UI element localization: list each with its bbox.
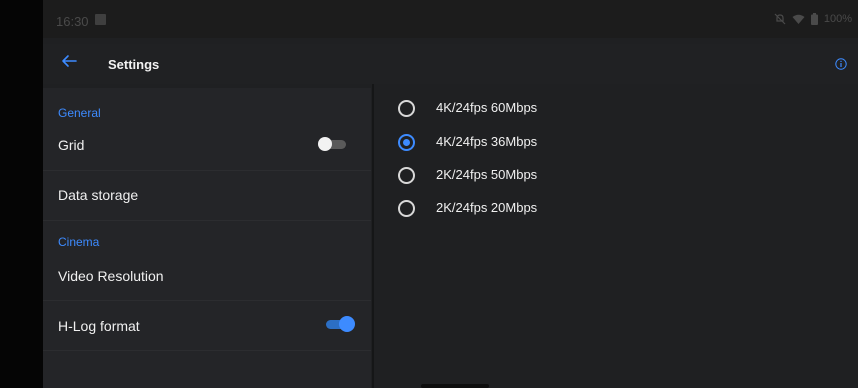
sidebar-item-label: Grid (58, 137, 85, 153)
toggle-knob (318, 137, 332, 151)
sidebar-item-h-log-format[interactable]: H-Log format (43, 301, 371, 349)
image-icon (95, 14, 106, 25)
page-title: Settings (108, 57, 160, 72)
divider (43, 220, 371, 221)
sidebar-item-label: Data storage (58, 187, 139, 203)
section-general: General (58, 106, 101, 120)
device-bezel (0, 0, 43, 388)
radio-selected-icon[interactable] (398, 134, 415, 151)
resolution-options: 4K/24fps 60Mbps 4K/24fps 36Mbps 2K/24fps… (374, 84, 858, 388)
wifi-icon (792, 14, 805, 25)
header (43, 44, 858, 84)
radio-unselected-icon[interactable] (398, 200, 415, 217)
resolution-option-2k-50[interactable]: 2K/24fps 50Mbps (398, 166, 698, 186)
arrow-left-icon[interactable] (61, 53, 77, 69)
option-label: 4K/24fps 60Mbps (436, 100, 538, 115)
status-bar: 16:30 100% (43, 0, 858, 38)
toggle-knob (339, 316, 355, 332)
home-indicator (421, 384, 489, 388)
resolution-option-4k-36[interactable]: 4K/24fps 36Mbps (398, 133, 698, 153)
radio-unselected-icon[interactable] (398, 167, 415, 184)
divider (43, 350, 371, 351)
option-label: 2K/24fps 20Mbps (436, 200, 538, 215)
sidebar-item-video-resolution[interactable]: Video Resolution (43, 254, 371, 298)
resolution-option-4k-60[interactable]: 4K/24fps 60Mbps (398, 99, 698, 119)
status-time: 16:30 (56, 14, 89, 29)
sidebar-item-label: H-Log format (58, 318, 140, 334)
info-icon[interactable] (835, 57, 847, 70)
battery-percent: 100% (823, 13, 852, 25)
status-icons: 100% (774, 13, 852, 25)
h-log-toggle[interactable] (326, 316, 356, 332)
battery-icon (810, 13, 818, 25)
radio-unselected-icon[interactable] (398, 100, 415, 117)
screen: 16:30 100% Settings General Grid Data st… (43, 0, 858, 388)
option-label: 2K/24fps 50Mbps (436, 167, 538, 182)
settings-sidebar: General Grid Data storage Cinema Video R… (43, 88, 371, 388)
grid-toggle[interactable] (318, 137, 346, 151)
sidebar-item-label: Video Resolution (58, 268, 164, 284)
option-label: 4K/24fps 36Mbps (436, 134, 538, 149)
mute-icon (774, 13, 786, 25)
sidebar-item-data-storage[interactable]: Data storage (43, 171, 371, 219)
section-cinema: Cinema (58, 235, 100, 249)
resolution-option-2k-20[interactable]: 2K/24fps 20Mbps (398, 199, 698, 219)
